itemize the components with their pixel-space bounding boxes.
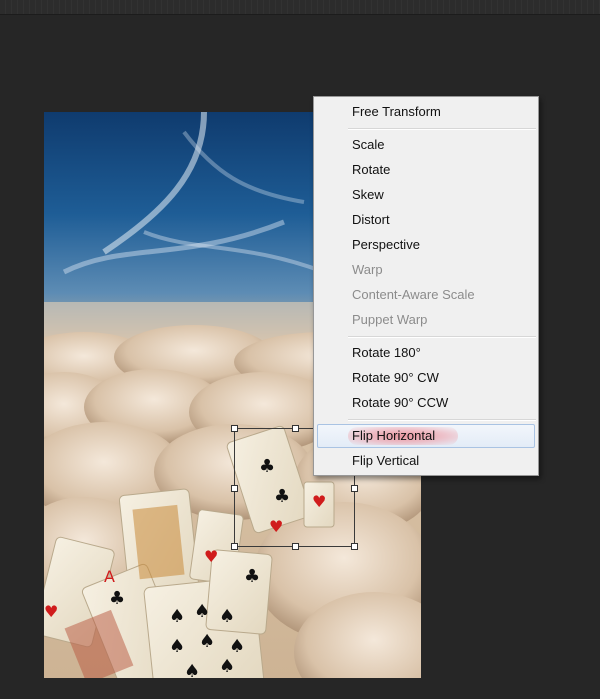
transform-handle-middle-right[interactable] [351, 485, 358, 492]
menu-item-rotate[interactable]: Rotate [315, 158, 537, 182]
menu-item-perspective[interactable]: Perspective [315, 233, 537, 257]
transform-handle-top-left[interactable] [231, 425, 238, 432]
transform-handle-bottom-center[interactable] [292, 543, 299, 550]
menu-separator [348, 128, 536, 130]
menu-item-skew[interactable]: Skew [315, 183, 537, 207]
svg-text:♠: ♠ [199, 631, 215, 652]
menu-item-distort[interactable]: Distort [315, 208, 537, 232]
menu-item-rotate-90-ccw[interactable]: Rotate 90° CCW [315, 391, 537, 415]
svg-text:♠: ♠ [169, 636, 185, 657]
svg-text:♠: ♠ [219, 606, 235, 627]
ruler-strip [0, 0, 600, 15]
svg-text:♠: ♠ [169, 606, 185, 627]
menu-item-flip-vertical[interactable]: Flip Vertical [315, 449, 537, 473]
svg-text:♥: ♥ [44, 602, 58, 621]
svg-text:♠: ♠ [229, 636, 245, 657]
menu-item-free-transform[interactable]: Free Transform [315, 100, 537, 124]
svg-text:A: A [104, 567, 115, 586]
menu-item-puppet-warp: Puppet Warp [352, 312, 428, 327]
svg-text:♥: ♥ [204, 547, 218, 566]
menu-item-scale[interactable]: Scale [315, 133, 537, 157]
svg-text:♣: ♣ [109, 588, 125, 609]
svg-text:♣: ♣ [244, 566, 260, 587]
menu-item-label: Flip Horizontal [352, 428, 436, 443]
transform-handle-top-center[interactable] [292, 425, 299, 432]
svg-text:♠: ♠ [219, 656, 235, 677]
menu-item-content-aware-scale: Content-Aware Scale [352, 287, 475, 302]
svg-text:♠: ♠ [184, 661, 200, 678]
menu-item-warp: Warp [352, 262, 383, 277]
transform-handle-bottom-left[interactable] [231, 543, 238, 550]
transform-handle-middle-left[interactable] [231, 485, 238, 492]
transform-context-menu: Free Transform Scale Rotate Skew Distort… [313, 96, 539, 476]
menu-separator [348, 336, 536, 338]
svg-text:♠: ♠ [194, 601, 210, 622]
transform-handle-bottom-right[interactable] [351, 543, 358, 550]
menu-item-rotate-90-cw[interactable]: Rotate 90° CW [315, 366, 537, 390]
menu-item-rotate-180[interactable]: Rotate 180° [315, 341, 537, 365]
menu-separator [348, 419, 536, 421]
menu-item-flip-horizontal[interactable]: Flip Horizontal [317, 424, 535, 448]
